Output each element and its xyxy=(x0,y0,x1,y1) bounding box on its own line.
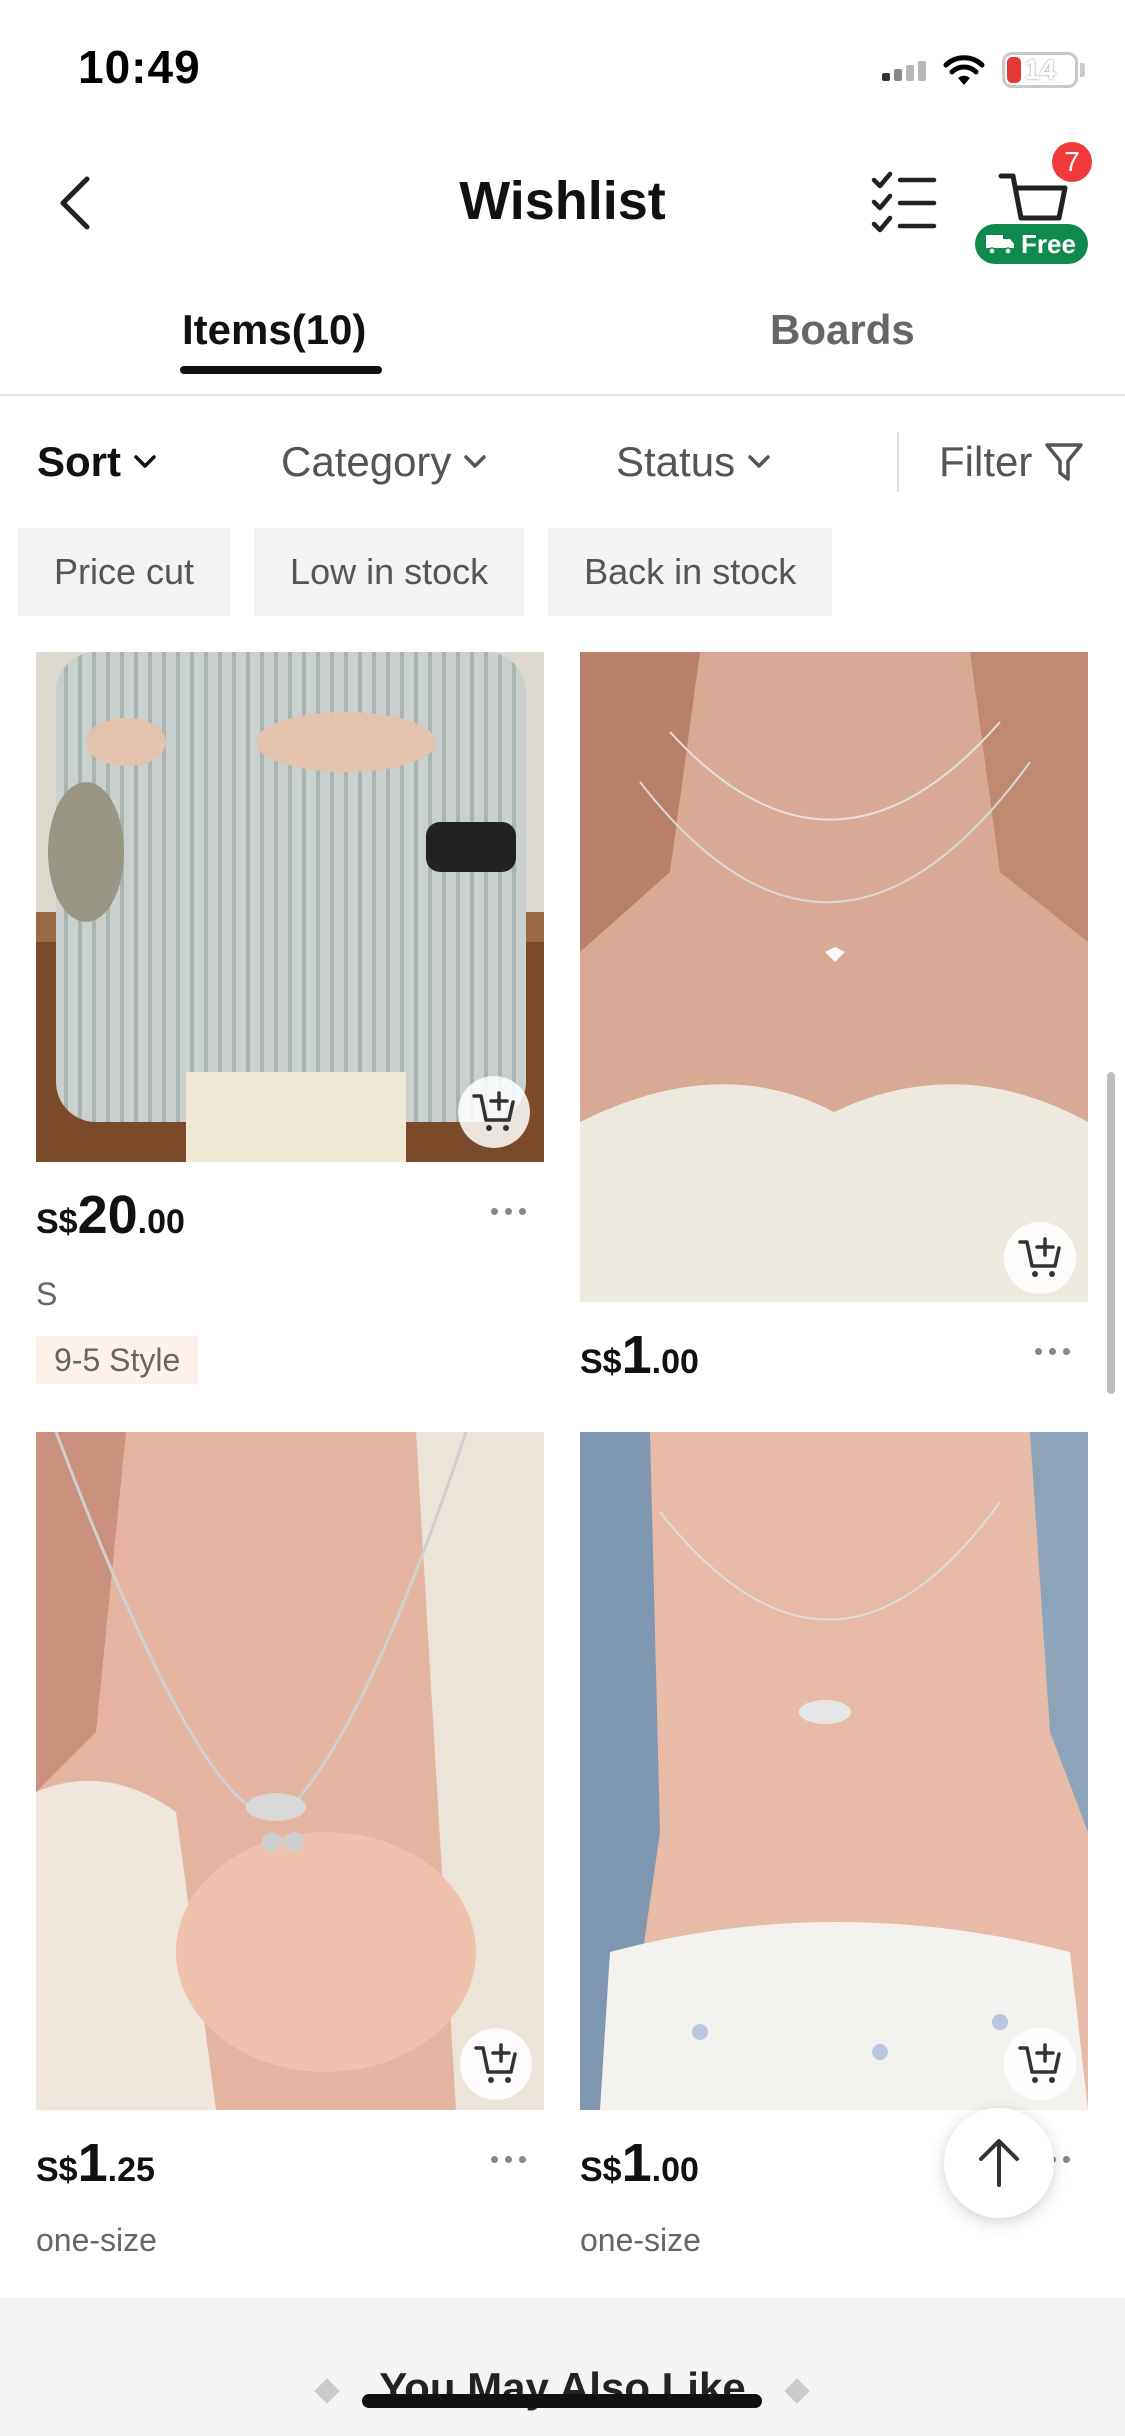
page-title: Wishlist xyxy=(459,171,666,231)
manage-button[interactable] xyxy=(870,170,940,236)
more-options-button[interactable] xyxy=(478,1196,538,1226)
product-price: S$ 1 .00 xyxy=(580,2133,699,2193)
add-to-cart-button[interactable] xyxy=(458,1076,530,1148)
product-price: S$ 1 .25 xyxy=(36,2133,155,2193)
chevron-down-icon xyxy=(134,455,156,468)
add-to-cart-icon xyxy=(472,1091,515,1131)
add-to-cart-button[interactable] xyxy=(1004,1222,1076,1294)
chip-low-in-stock[interactable]: Low in stock xyxy=(254,528,525,616)
quick-filter-chips: Price cut Low in stock Back in stock xyxy=(18,528,833,616)
checklist-icon xyxy=(871,171,937,233)
product-image[interactable] xyxy=(580,1432,1088,2110)
style-tag: 9-5 Style xyxy=(36,1336,199,1384)
cart-count-badge: 7 xyxy=(1052,142,1092,182)
active-tab-indicator xyxy=(180,366,382,374)
back-to-top-button[interactable] xyxy=(944,2108,1054,2218)
product-card[interactable]: S$ 1 .00 xyxy=(580,652,1088,1392)
add-to-cart-icon xyxy=(1018,1237,1061,1277)
chip-back-in-stock[interactable]: Back in stock xyxy=(548,528,833,616)
product-size: one-size xyxy=(36,2222,157,2258)
more-options-button[interactable] xyxy=(478,2144,538,2174)
filter-button[interactable]: Filter xyxy=(939,438,1084,486)
product-size: one-size xyxy=(580,2222,701,2258)
free-label: Free xyxy=(1021,228,1076,259)
category-label: Category xyxy=(281,438,452,485)
sort-filter-bar: Sort Category Status Filter xyxy=(0,398,1125,528)
tab-items[interactable]: Items(10) xyxy=(182,306,366,354)
chevron-down-icon xyxy=(464,455,487,468)
status-time: 10:49 xyxy=(78,41,201,93)
product-price: S$ 1 .00 xyxy=(580,1325,699,1385)
chevron-down-icon xyxy=(748,455,770,468)
sort-label: Sort xyxy=(37,438,121,485)
product-price: S$ 20 .00 xyxy=(36,1185,185,1245)
product-size: S xyxy=(36,1276,58,1312)
add-to-cart-button[interactable] xyxy=(460,2028,532,2100)
add-to-cart-icon xyxy=(474,2043,517,2083)
product-card[interactable]: S$ 20 .00 S 9-5 Style xyxy=(36,652,544,1392)
status-dropdown[interactable]: Status xyxy=(616,438,771,486)
product-card[interactable]: S$ 1 .25 one-size xyxy=(36,1432,544,2262)
tab-boards[interactable]: Boards xyxy=(770,306,915,354)
product-image[interactable] xyxy=(36,1432,544,2110)
product-image[interactable] xyxy=(36,652,544,1162)
sort-dropdown[interactable]: Sort xyxy=(37,438,157,486)
battery-level: 14 xyxy=(1024,54,1056,85)
cellular-signal-icon xyxy=(882,59,926,81)
divider xyxy=(897,432,899,492)
home-indicator xyxy=(362,2394,762,2408)
free-shipping-badge: Free xyxy=(975,224,1088,264)
status-label: Status xyxy=(616,438,736,485)
tab-bar: Items(10) Boards xyxy=(0,290,1125,396)
truck-icon xyxy=(986,235,1014,255)
product-image[interactable] xyxy=(580,652,1088,1302)
scrollbar[interactable] xyxy=(1107,1072,1115,1394)
filter-icon xyxy=(1045,443,1084,481)
arrow-up-icon xyxy=(979,2139,1019,2187)
wifi-icon xyxy=(943,55,985,85)
category-dropdown[interactable]: Category xyxy=(281,438,487,486)
filter-label: Filter xyxy=(939,438,1033,485)
status-bar: 10:49 14 xyxy=(0,0,1125,140)
recommendations-section: You May Also Like xyxy=(0,2298,1125,2436)
add-to-cart-icon xyxy=(1018,2043,1061,2083)
nav-header: Wishlist xyxy=(0,140,1125,270)
status-icons: 14 xyxy=(882,48,1085,92)
add-to-cart-button[interactable] xyxy=(1004,2028,1076,2100)
more-options-button[interactable] xyxy=(1022,1336,1082,1366)
chip-price-cut[interactable]: Price cut xyxy=(18,528,231,616)
battery-icon: 14 xyxy=(1002,52,1078,88)
